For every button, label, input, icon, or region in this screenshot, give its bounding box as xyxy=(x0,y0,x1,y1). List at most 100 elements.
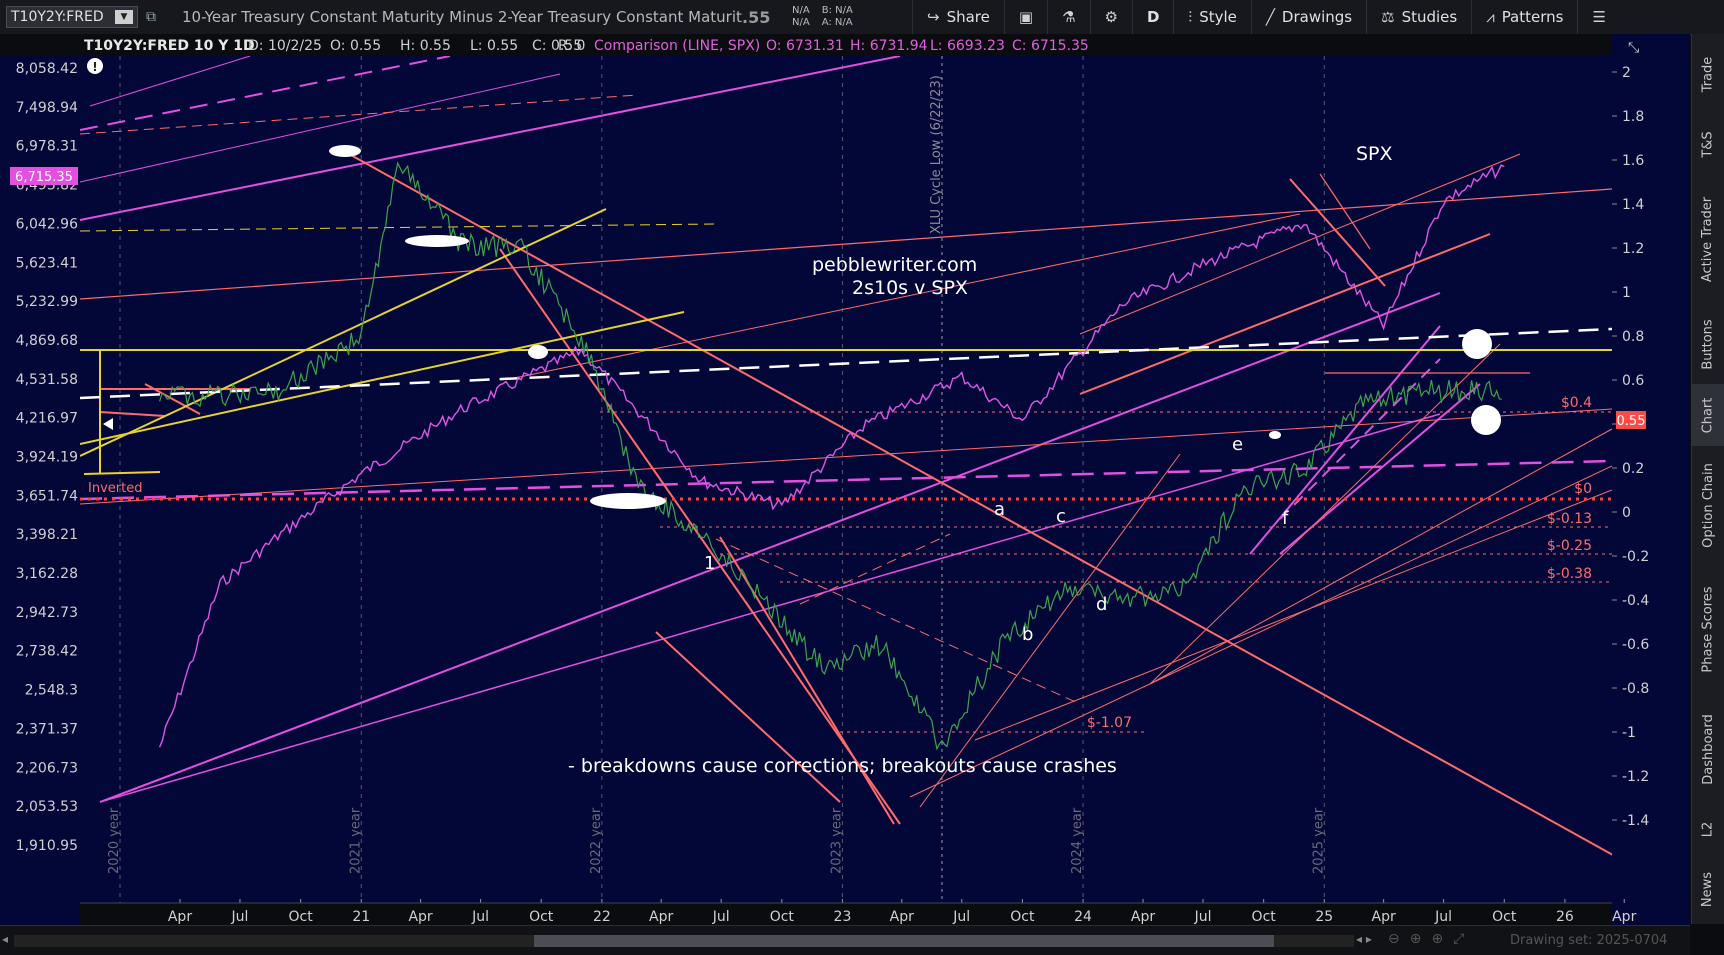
drawings-button[interactable]: ╱ Drawings xyxy=(1250,0,1366,34)
bid-label: N/A xyxy=(792,5,810,16)
pan-icon[interactable]: ⤢ xyxy=(1453,931,1464,947)
price-chart[interactable]: T10Y2Y:FRED 10 Y 1D D: 10/2/25 O: 0.55 H… xyxy=(0,34,1690,925)
x-axis-label: 26 xyxy=(1556,909,1574,925)
wave-label-e: e xyxy=(1232,434,1243,455)
header-cmp-open: O: 6731.31 xyxy=(766,38,844,54)
drawing-set-label: Drawing set: 2025-0704 xyxy=(1510,933,1668,948)
style-button[interactable]: ⫶ Style xyxy=(1173,0,1250,34)
level-label: $-0.25 xyxy=(1547,538,1592,554)
tab-ts[interactable]: T&S xyxy=(1692,114,1724,174)
left-axis-label: 4,869.68 xyxy=(16,333,78,349)
zoom-out-icon[interactable]: ⊖ xyxy=(1388,931,1400,947)
crosshair-icon[interactable]: ⊕ xyxy=(1431,931,1443,947)
tab-l2[interactable]: L2 xyxy=(1692,804,1724,854)
spx-annotation: SPX xyxy=(1356,143,1393,165)
chevron-down-icon[interactable]: ▼ xyxy=(115,10,133,24)
x-axis-label: Apr xyxy=(1372,909,1396,925)
left-axis-label: 2,942.73 xyxy=(16,605,78,621)
patterns-button[interactable]: ⩘ Patterns xyxy=(1471,0,1577,34)
thinkorswim-chart-window: { "toolbar": { "symbol": "T10Y2Y:FRED", … xyxy=(0,0,1724,955)
right-axis-label: 2 xyxy=(1622,65,1631,81)
settings-button[interactable]: ⚙ xyxy=(1089,0,1132,34)
level-label: $-0.13 xyxy=(1547,511,1592,527)
symbol-selector[interactable]: T10Y2Y:FRED ▼ xyxy=(6,6,138,28)
ask-value: A: N/A xyxy=(821,17,853,28)
year-label: 2020 year xyxy=(107,807,122,874)
tab-trade[interactable]: Trade xyxy=(1692,34,1724,114)
x-axis-label: Oct xyxy=(1252,909,1277,925)
time-axis[interactable]: Apr Jul Oct 21 Apr Jul Oct 22 Apr Jul Oct 23 Apr Jul O… xyxy=(80,899,1637,925)
pivot-marker xyxy=(1471,405,1501,435)
studies-flask-button[interactable]: ⚗ xyxy=(1047,0,1089,34)
header-cmp-high: H: 6731.94 xyxy=(850,38,928,54)
zoom-in-icon[interactable]: ⊕ xyxy=(1410,931,1422,947)
tab-label: L2 xyxy=(1700,821,1716,837)
side-tabs: Trade T&S Active Trader Buttons Chart Op… xyxy=(1691,34,1724,924)
drawings-label: Drawings xyxy=(1281,8,1353,26)
time-scrollbar: ◂ ◂ ▸ ⊖ ⊕ ⊕ ⤢ Drawing set: 2025-0704 xyxy=(0,925,1690,955)
left-axis-label: 2,371.37 xyxy=(16,721,78,737)
patterns-icon: ⩘ xyxy=(1486,8,1495,26)
pencil-icon: ╱ xyxy=(1265,8,1275,26)
top-toolbar: T10Y2Y:FRED ▼ ⧉ 10-Year Treasury Constan… xyxy=(0,0,1724,35)
x-axis-label: Jul xyxy=(231,909,249,925)
scroll-track[interactable] xyxy=(14,935,1354,947)
x-axis-label: Jul xyxy=(712,909,730,925)
share-button[interactable]: ↪ Share xyxy=(912,0,1004,34)
left-axis-label: 3,398.21 xyxy=(16,527,78,543)
left-axis-label: 2,206.73 xyxy=(16,760,78,776)
tab-chart[interactable]: Chart xyxy=(1692,384,1724,446)
year-label: 2025 year xyxy=(1311,807,1326,874)
tab-option-chain[interactable]: Option Chain xyxy=(1692,446,1724,564)
level-label: $0 xyxy=(1574,481,1592,497)
period-button[interactable]: D xyxy=(1131,0,1173,34)
flask-icon: ⚗ xyxy=(1062,8,1076,26)
scroll-left-icon[interactable]: ◂ xyxy=(2,932,8,946)
left-axis-label: 2,053.53 xyxy=(16,799,78,815)
header-open: O: 0.55 xyxy=(330,38,381,54)
left-axis-label: 4,531.58 xyxy=(16,372,78,388)
left-axis-label: 5,232.99 xyxy=(16,294,78,310)
year-label: 2021 year xyxy=(348,807,363,874)
tab-dashboard[interactable]: Dashboard xyxy=(1692,694,1724,804)
left-axis-label: 6,042.96 xyxy=(16,216,78,232)
left-axis-label: 6,978.31 xyxy=(16,139,78,155)
left-axis-label: 3,924.19 xyxy=(16,449,78,465)
wave-label-a: a xyxy=(994,499,1005,520)
tab-phase-scores[interactable]: Phase Scores xyxy=(1692,564,1724,694)
zoom-controls: ⊖ ⊕ ⊕ ⤢ xyxy=(1388,931,1464,947)
site-annotation: pebblewriter.com xyxy=(812,254,977,276)
snapshot-button[interactable]: ▣ xyxy=(1003,0,1047,34)
header-cmp-close: C: 6715.35 xyxy=(1012,38,1089,54)
wave-label-1: 1 xyxy=(704,553,715,574)
tab-news[interactable]: News xyxy=(1692,854,1724,924)
pivot-marker xyxy=(1269,431,1281,439)
left-axis-label: 8,058.42 xyxy=(16,61,78,77)
style-label: Style xyxy=(1199,8,1237,26)
tab-buttons[interactable]: Buttons xyxy=(1692,304,1724,384)
level-label: $-0.38 xyxy=(1547,566,1592,582)
right-axis-label: 0.2 xyxy=(1622,461,1644,477)
studies-button[interactable]: ⚖ Studies xyxy=(1366,0,1471,34)
left-axis-label: 4,216.97 xyxy=(16,411,78,427)
x-axis-label: Jul xyxy=(471,909,489,925)
level-label: $0.4 xyxy=(1561,395,1592,411)
year-label: 2024 year xyxy=(1070,807,1085,874)
tab-active-trader[interactable]: Active Trader xyxy=(1692,174,1724,304)
tab-label: Dashboard xyxy=(1700,713,1716,785)
link-icon[interactable]: ⧉ xyxy=(146,9,164,25)
x-axis-label: Oct xyxy=(529,909,554,925)
wave-label-f: f xyxy=(1282,508,1289,529)
tab-label: Phase Scores xyxy=(1700,585,1716,673)
ask-label: B: N/A xyxy=(821,5,853,16)
event-marker-label: XLU Cycle Low (6/22/23) xyxy=(929,75,944,234)
tab-label: Active Trader xyxy=(1700,196,1716,282)
scroll-thumb[interactable] xyxy=(534,935,1274,947)
level-label: $-1.07 xyxy=(1087,715,1132,731)
scroll-right-icon[interactable]: ◂ ▸ xyxy=(1356,932,1372,946)
menu-button[interactable]: ☰ xyxy=(1577,0,1619,34)
pivot-marker xyxy=(1462,329,1492,359)
right-axis-label: 1.8 xyxy=(1622,109,1644,125)
x-axis-label: Apr xyxy=(649,909,673,925)
expand-icon[interactable]: ⤡ xyxy=(1628,40,1639,56)
